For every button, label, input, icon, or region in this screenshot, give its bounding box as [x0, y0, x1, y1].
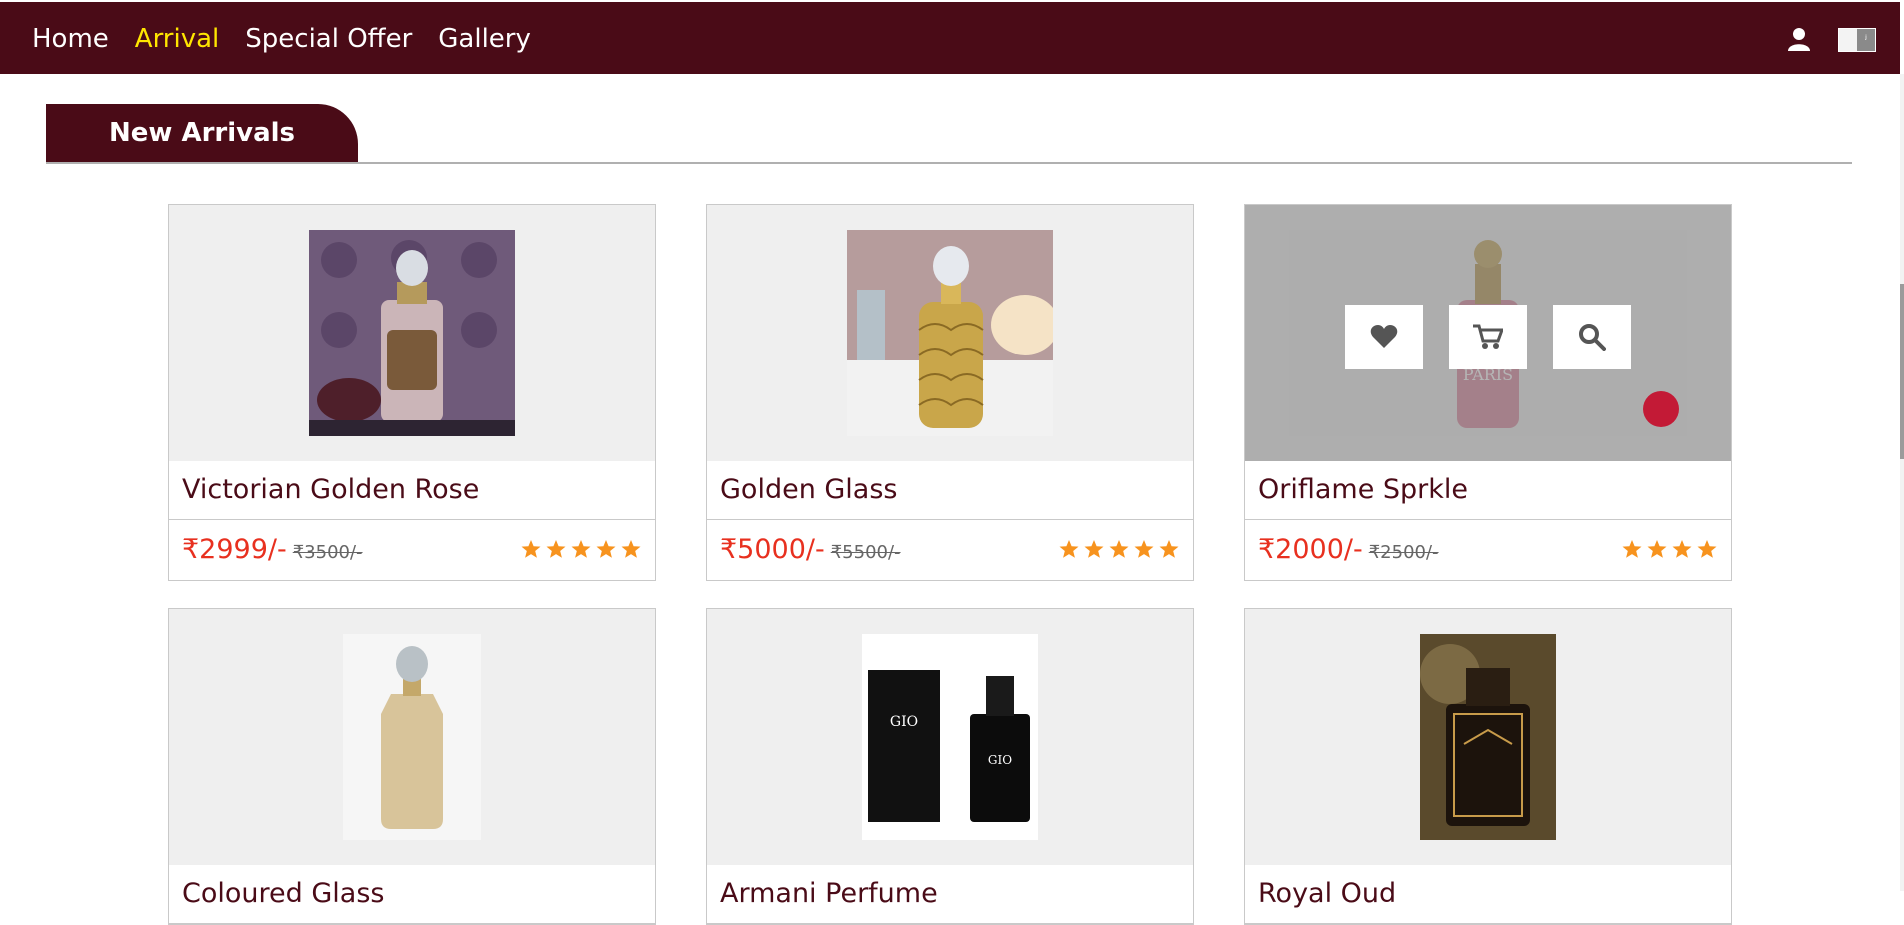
main-nav: Home Arrival Special Offer Gallery	[32, 2, 531, 76]
product-name[interactable]: Armani Perfume	[707, 865, 1193, 924]
star-icon	[1672, 540, 1692, 558]
svg-text:GIO: GIO	[890, 714, 918, 730]
product-image-area	[707, 205, 1193, 461]
star-icon	[596, 540, 616, 558]
coloured-glass-photo	[343, 634, 481, 840]
star-icon	[1159, 540, 1179, 558]
star-icon	[1109, 540, 1129, 558]
royal-oud-photo	[1420, 634, 1556, 840]
brand-logo-icon	[1643, 391, 1679, 427]
cart-icon	[1473, 324, 1503, 349]
product-image-area: GIO GIO	[707, 609, 1193, 865]
language-option-right[interactable]: ʲ	[1857, 29, 1875, 51]
victorian-golden-rose-photo	[309, 230, 515, 436]
current-price: ₹5000/-	[720, 534, 825, 565]
nav-special-offer-link[interactable]: Special Offer	[245, 24, 412, 54]
scrollbar-thumb[interactable]	[1900, 284, 1904, 459]
wishlist-button[interactable]	[1345, 305, 1423, 369]
product-card[interactable]: Coloured Glass	[168, 608, 656, 925]
quick-view-button[interactable]	[1553, 305, 1631, 369]
svg-text:GIO: GIO	[988, 753, 1012, 767]
star-icon	[1647, 540, 1667, 558]
nav-arrival-link[interactable]: Arrival	[135, 24, 219, 54]
search-icon	[1579, 324, 1606, 351]
product-card[interactable]: PARIS Oriflame Sprkle ₹2000/-₹2500/-	[1244, 204, 1732, 581]
old-price: ₹5500/-	[830, 542, 901, 563]
product-image-area: PARIS	[1245, 205, 1731, 461]
star-icon	[571, 540, 591, 558]
rating-stars	[1059, 539, 1179, 559]
product-name[interactable]: Golden Glass	[707, 461, 1193, 520]
product-image-area	[1245, 609, 1731, 865]
product-image-area	[169, 609, 655, 865]
star-icon	[546, 540, 566, 558]
product-price: ₹2000/- ₹2500/-	[1258, 534, 1439, 565]
heart-icon	[1370, 325, 1398, 348]
old-price: ₹3500/-	[292, 542, 363, 563]
product-price: ₹2999/- ₹3500/-	[182, 534, 363, 565]
product-name[interactable]: Victorian Golden Rose	[169, 461, 655, 520]
star-icon	[621, 540, 641, 558]
star-icon	[1622, 540, 1642, 558]
product-card[interactable]: Royal Oud	[1244, 608, 1732, 925]
star-icon	[1059, 540, 1079, 558]
current-price: ₹2000/-	[1258, 534, 1363, 565]
star-icon	[1084, 540, 1104, 558]
armani-perfume-photo: GIO GIO	[862, 634, 1038, 840]
nav-home-link[interactable]: Home	[32, 24, 109, 54]
top-navbar: Home Arrival Special Offer Gallery ʲ	[0, 0, 1900, 74]
star-icon	[1697, 540, 1717, 558]
language-toggle-icon[interactable]: ʲ	[1838, 28, 1876, 52]
user-icon[interactable]	[1788, 27, 1810, 51]
product-card[interactable]: Golden Glass ₹5000/- ₹5500/-	[706, 204, 1194, 581]
star-icon	[521, 540, 541, 558]
product-name[interactable]: Oriflame Sprkle	[1245, 461, 1731, 520]
product-image-area	[169, 205, 655, 461]
add-to-cart-button[interactable]	[1449, 305, 1527, 369]
product-card[interactable]: Victorian Golden Rose ₹2999/- ₹3500/-	[168, 204, 656, 581]
language-option-left[interactable]	[1839, 29, 1857, 51]
scrollbar[interactable]	[1900, 74, 1904, 891]
rating-stars	[1622, 539, 1717, 559]
product-price: ₹5000/- ₹5500/-	[720, 534, 901, 565]
product-name[interactable]: Royal Oud	[1245, 865, 1731, 924]
price-bar: ₹2999/- ₹3500/-	[169, 520, 655, 580]
rating-stars	[521, 539, 641, 559]
product-name[interactable]: Coloured Glass	[169, 865, 655, 924]
current-price: ₹2999/-	[182, 534, 287, 565]
nav-gallery-link[interactable]: Gallery	[438, 24, 531, 54]
golden-glass-photo	[847, 230, 1053, 436]
section-header: New Arrivals	[46, 104, 1852, 164]
star-icon	[1134, 540, 1154, 558]
old-price: ₹2500/-	[1368, 542, 1439, 563]
section-title: New Arrivals	[46, 104, 358, 162]
product-card[interactable]: GIO GIO Armani Perfume	[706, 608, 1194, 925]
price-bar: ₹5000/- ₹5500/-	[707, 520, 1193, 580]
price-bar: ₹2000/- ₹2500/-	[1245, 520, 1731, 580]
